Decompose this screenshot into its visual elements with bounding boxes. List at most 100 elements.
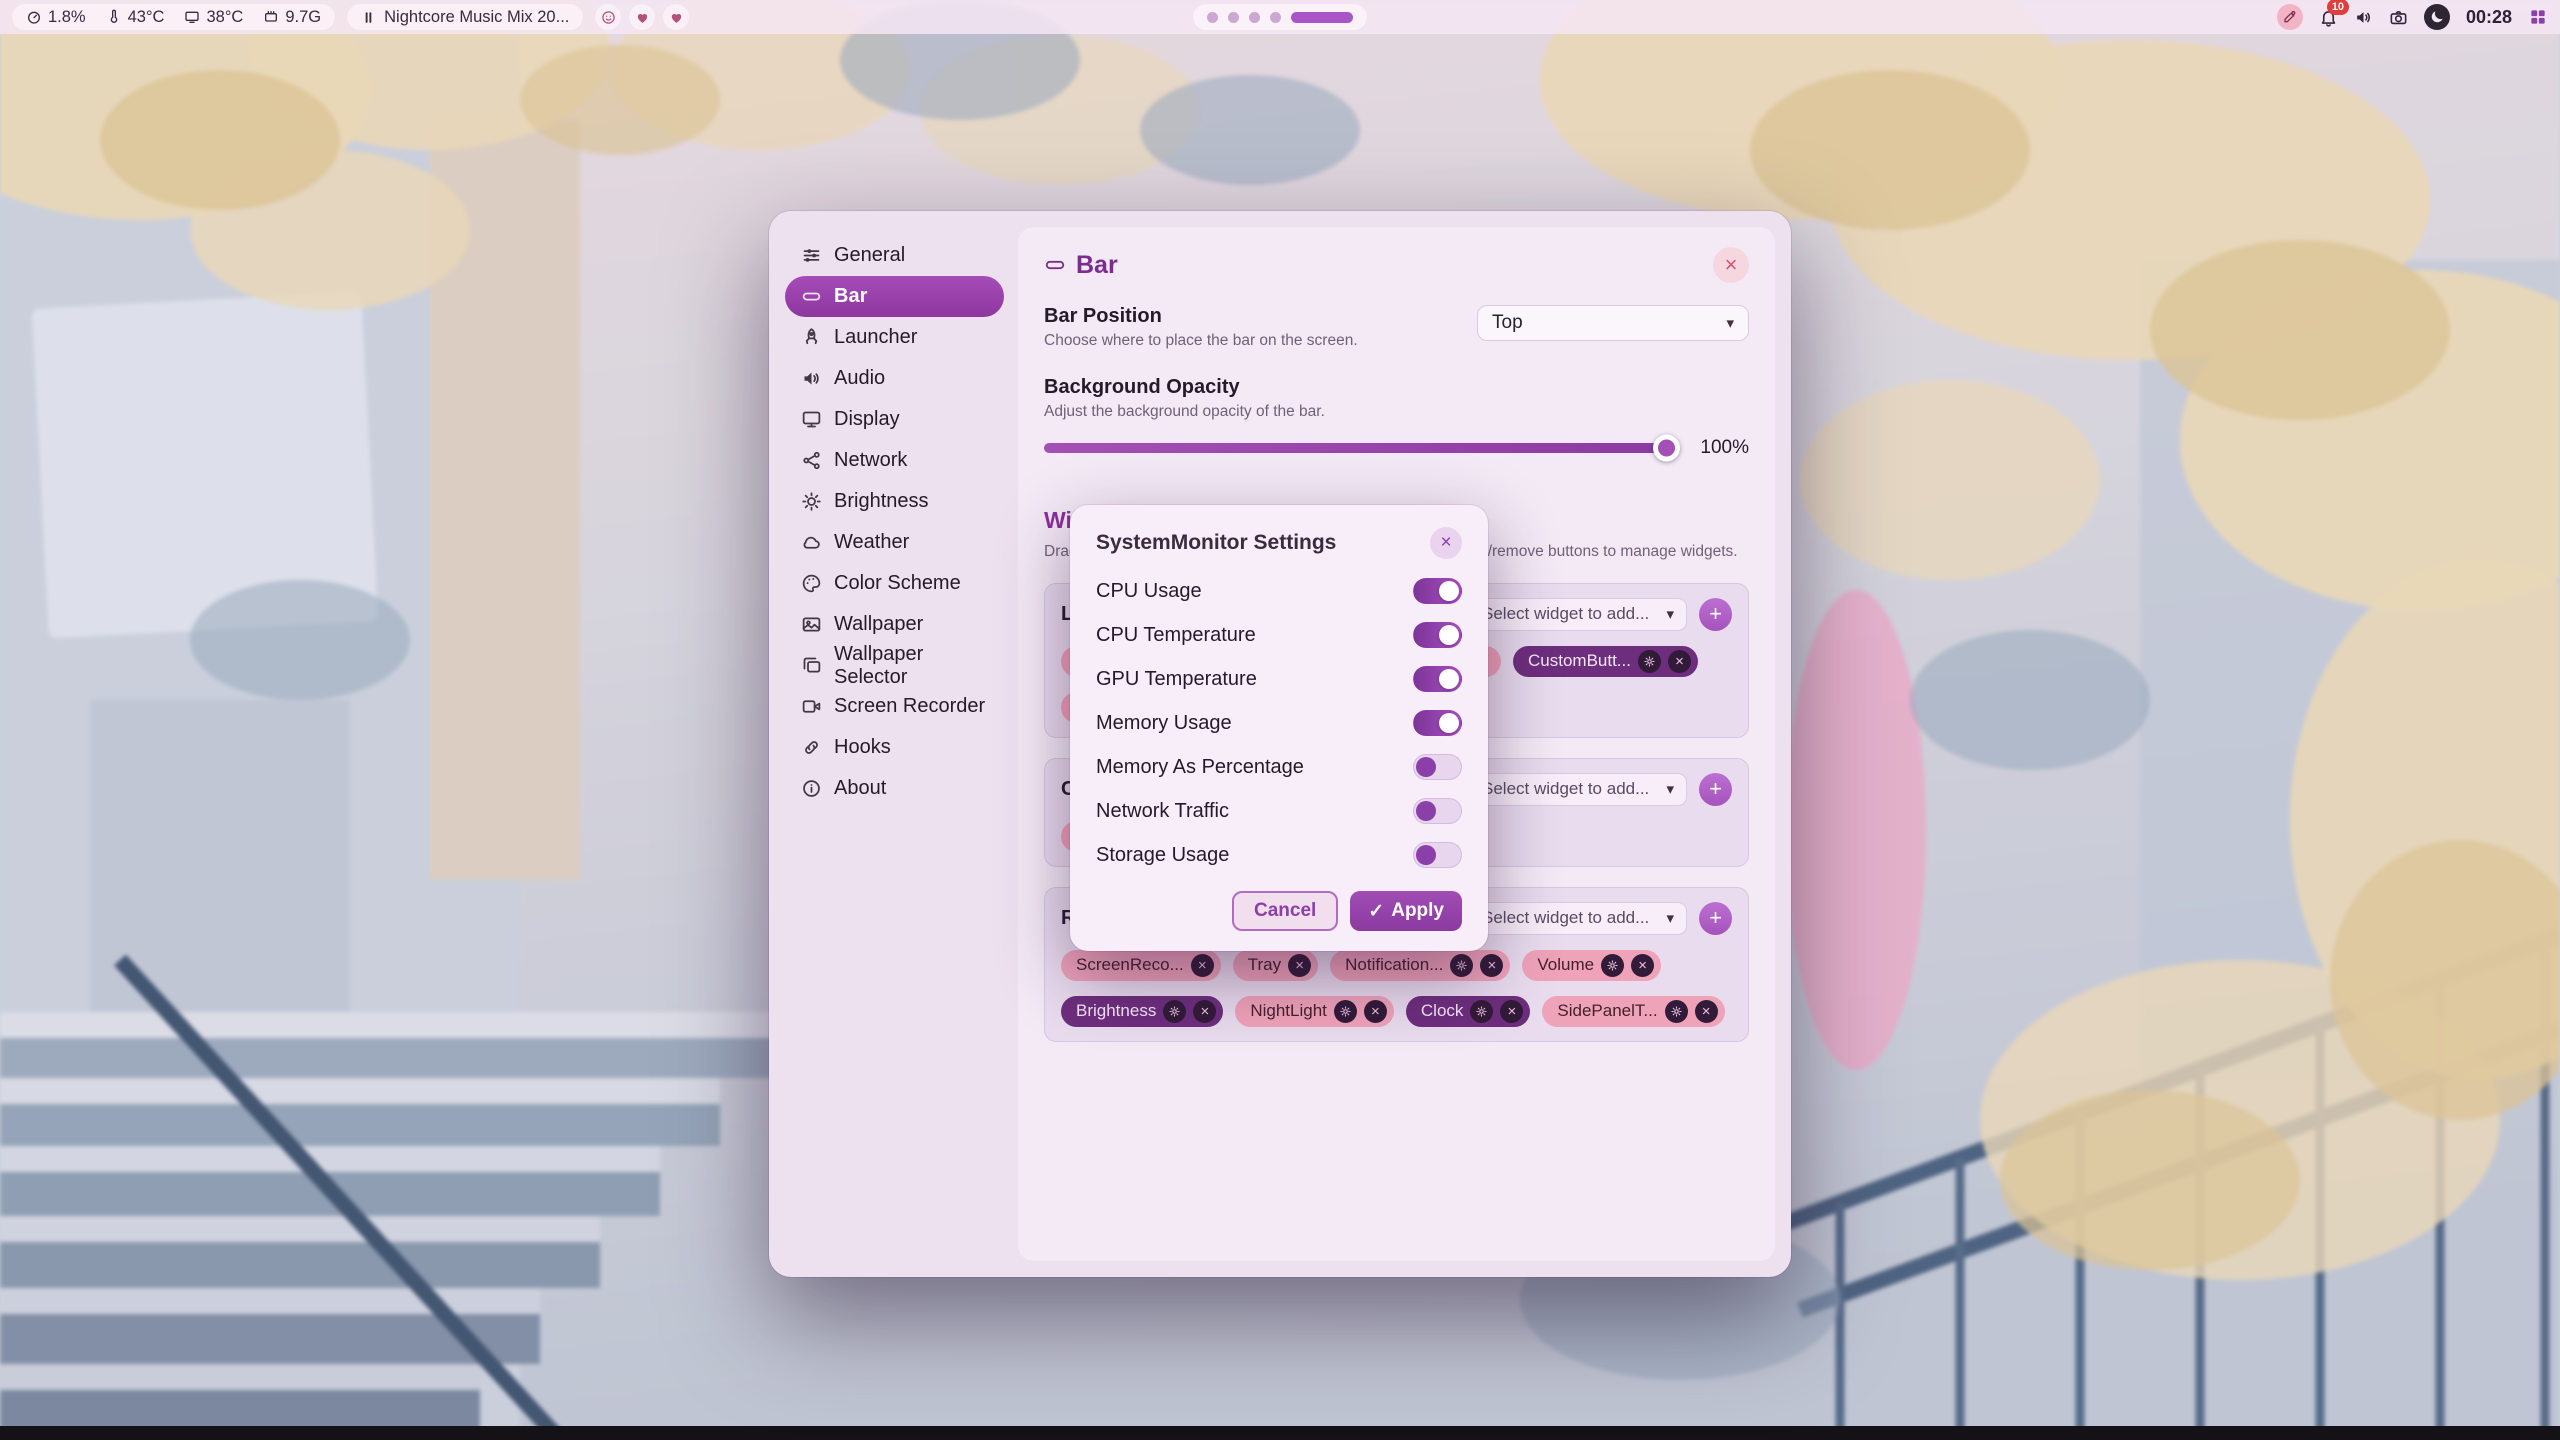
bell-icon[interactable]: 10 [2319, 8, 2338, 27]
workspace-dot-1[interactable] [1207, 12, 1218, 23]
sidebar-item-bar[interactable]: Bar [785, 276, 1004, 317]
widget-chip-custombutt[interactable]: CustomButt...× [1513, 646, 1698, 677]
widget-gear-icon[interactable] [1601, 954, 1624, 977]
widget-chip-tray[interactable]: Tray× [1233, 950, 1318, 981]
sidebar-item-weather[interactable]: Weather [785, 522, 1004, 563]
toggle-storage-usage[interactable] [1413, 842, 1462, 868]
sidebar-item-hooks[interactable]: Hooks [785, 727, 1004, 768]
workspace-dot-2[interactable] [1228, 12, 1239, 23]
sidebar-item-label: General [834, 244, 905, 267]
dialog-title: SystemMonitor Settings [1096, 531, 1336, 555]
apps-grid-icon[interactable] [2528, 7, 2548, 27]
close-icon: × [1440, 532, 1451, 554]
workspace-dot-3[interactable] [1249, 12, 1260, 23]
widget-add-select-left[interactable]: Select widget to add...▾ [1469, 598, 1687, 631]
widget-remove-icon[interactable]: × [1500, 1000, 1523, 1023]
widget-chip-screenreco[interactable]: ScreenReco...× [1061, 950, 1221, 981]
sidebar-item-wallpaper-selector[interactable]: Wallpaper Selector [785, 645, 1004, 686]
sidebar-item-label: Screen Recorder [834, 695, 985, 718]
volume-icon [801, 368, 822, 389]
widget-remove-icon[interactable]: × [1191, 954, 1214, 977]
widget-gear-icon[interactable] [1450, 954, 1473, 977]
widget-remove-icon[interactable]: × [1288, 954, 1311, 977]
toggle-row-gpu-temperature: GPU Temperature [1096, 657, 1462, 701]
dialog-close-button[interactable]: × [1430, 527, 1462, 559]
toggle-label: GPU Temperature [1096, 668, 1257, 691]
heart-icon-chip[interactable] [663, 4, 689, 30]
color-picker-icon[interactable] [2277, 4, 2303, 30]
workspaces-widget[interactable] [1193, 4, 1367, 30]
workspace-dot-5[interactable] [1291, 12, 1353, 23]
smiley-icon-chip[interactable] [595, 4, 621, 30]
widget-remove-icon[interactable]: × [1364, 1000, 1387, 1023]
widget-remove-icon[interactable]: × [1668, 650, 1691, 673]
widget-remove-icon[interactable]: × [1695, 1000, 1718, 1023]
add-widget-button-center[interactable]: + [1699, 773, 1732, 806]
cancel-button[interactable]: Cancel [1232, 891, 1338, 931]
clock[interactable]: 00:28 [2466, 7, 2512, 28]
sidebar-item-label: Weather [834, 531, 909, 554]
toggle-label: Memory As Percentage [1096, 756, 1304, 779]
workspace-dot-4[interactable] [1270, 12, 1281, 23]
sidebar-item-about[interactable]: About [785, 768, 1004, 809]
toggle-knob [1416, 801, 1436, 821]
widget-chip-notification[interactable]: Notification...× [1330, 950, 1510, 981]
widget-chip-clock[interactable]: Clock× [1406, 996, 1531, 1027]
widget-gear-icon[interactable] [1334, 1000, 1357, 1023]
sidebar-item-label: Display [834, 408, 900, 431]
toggle-network-traffic[interactable] [1413, 798, 1462, 824]
widget-remove-icon[interactable]: × [1631, 954, 1654, 977]
sidebar-item-display[interactable]: Display [785, 399, 1004, 440]
section-controls: Select widget to add...▾ + [1469, 902, 1732, 935]
sidebar-item-brightness[interactable]: Brightness [785, 481, 1004, 522]
sidebar-item-audio[interactable]: Audio [785, 358, 1004, 399]
slider-handle[interactable] [1653, 435, 1680, 462]
widget-add-placeholder: Select widget to add... [1482, 908, 1649, 928]
widget-gear-icon[interactable] [1163, 1000, 1186, 1023]
widget-gear-icon[interactable] [1638, 650, 1661, 673]
toggle-cpu-usage[interactable] [1413, 578, 1462, 604]
widget-remove-icon[interactable]: × [1193, 1000, 1216, 1023]
toggle-row-cpu-temperature: CPU Temperature [1096, 613, 1462, 657]
widget-remove-icon[interactable]: × [1480, 954, 1503, 977]
add-widget-button-right[interactable]: + [1699, 902, 1732, 935]
chevron-down-icon: ▾ [1666, 780, 1674, 798]
toggle-memory-as-percentage[interactable] [1413, 754, 1462, 780]
rocket-icon [801, 327, 822, 348]
bar-position-dropdown[interactable]: Top ▾ [1477, 305, 1749, 341]
camera-icon[interactable] [2389, 8, 2408, 27]
widget-chip-volume[interactable]: Volume× [1522, 950, 1661, 981]
sidebar-item-network[interactable]: Network [785, 440, 1004, 481]
sidebar-item-wallpaper[interactable]: Wallpaper [785, 604, 1004, 645]
toggle-cpu-temperature[interactable] [1413, 622, 1462, 648]
heart-icon-chip[interactable] [629, 4, 655, 30]
topbar-right-group: 10 00:28 [2277, 4, 2548, 30]
toggle-row-memory-usage: Memory Usage [1096, 701, 1462, 745]
toggle-gpu-temperature[interactable] [1413, 666, 1462, 692]
sidebar-item-launcher[interactable]: Launcher [785, 317, 1004, 358]
widget-add-select-right[interactable]: Select widget to add...▾ [1469, 902, 1687, 935]
widget-chip-nightlight[interactable]: NightLight× [1235, 996, 1394, 1027]
widget-chip-sidepanelt[interactable]: SidePanelT...× [1542, 996, 1724, 1027]
widget-add-select-center[interactable]: Select widget to add...▾ [1469, 773, 1687, 806]
sidebar-item-general[interactable]: General [785, 235, 1004, 276]
system-stats-widget[interactable]: 1.8%43°C38°C9.7G [12, 4, 335, 30]
moon-icon[interactable] [2424, 4, 2450, 30]
volume-icon[interactable] [2354, 8, 2373, 27]
apply-button[interactable]: ✓ Apply [1350, 891, 1462, 931]
add-widget-button-left[interactable]: + [1699, 598, 1732, 631]
close-window-button[interactable]: × [1713, 247, 1749, 283]
close-icon: × [1725, 252, 1738, 278]
sidebar-item-screen-recorder[interactable]: Screen Recorder [785, 686, 1004, 727]
toggle-memory-usage[interactable] [1413, 710, 1462, 736]
widget-gear-icon[interactable] [1470, 1000, 1493, 1023]
sidebar-item-color-scheme[interactable]: Color Scheme [785, 563, 1004, 604]
bar-position-setting: Bar Position Choose where to place the b… [1044, 305, 1749, 350]
background-opacity-slider[interactable] [1044, 443, 1677, 453]
widget-gear-icon[interactable] [1665, 1000, 1688, 1023]
toggle-label: CPU Temperature [1096, 624, 1256, 647]
widget-chip-brightness[interactable]: Brightness× [1061, 996, 1223, 1027]
screen-bottom-edge [0, 1426, 2560, 1440]
toggle-row-storage-usage: Storage Usage [1096, 833, 1462, 877]
media-player-widget[interactable]: Nightcore Music Mix 20... [347, 4, 583, 30]
